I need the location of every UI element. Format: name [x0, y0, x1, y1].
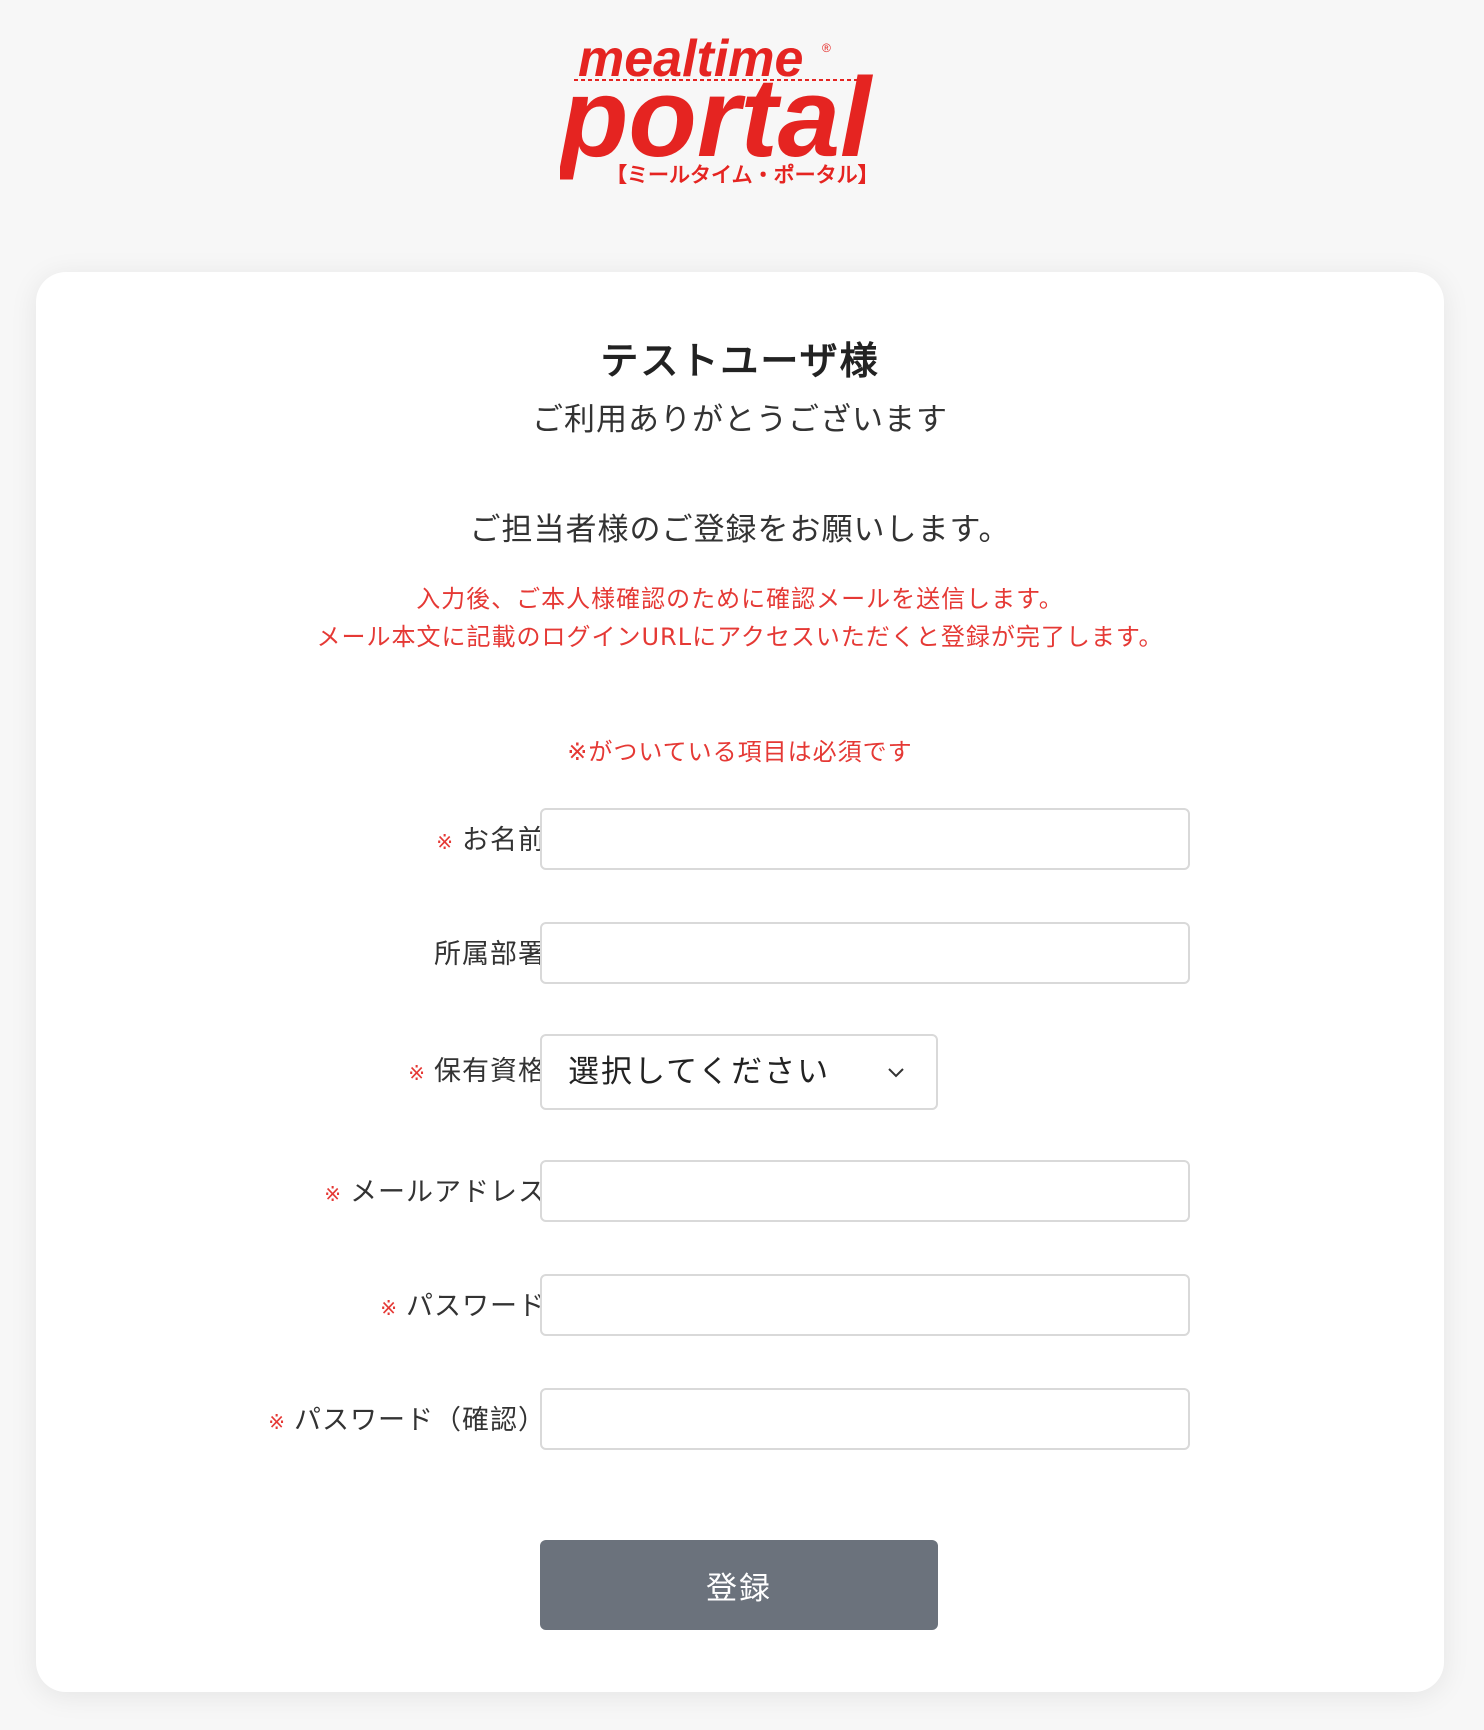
email-label-text: メールアドレス: [350, 1177, 546, 1208]
notice-line-2: メール本文に記載のログインURLにアクセスいただくと登録が完了します。: [316, 623, 1164, 651]
thanks-message: ご利用ありがとうございます: [532, 402, 948, 438]
required-mark: ※: [324, 1181, 342, 1206]
form-row-qualification: ※ 保有資格 選択してください: [36, 1034, 1444, 1110]
email-input[interactable]: [540, 1160, 1190, 1222]
qualification-select[interactable]: 選択してください: [540, 1034, 938, 1110]
logo-text-portal: portal: [560, 55, 874, 180]
password-input[interactable]: [540, 1274, 1190, 1336]
form-row-password: ※ パスワード: [36, 1274, 1444, 1340]
password-confirm-label-text: パスワード（確認）: [294, 1405, 546, 1436]
name-label: ※ お名前: [436, 808, 546, 874]
qualification-label-text: 保有資格: [434, 1056, 546, 1087]
required-mark: ※: [408, 1060, 426, 1085]
password-label: ※ パスワード: [380, 1274, 546, 1340]
form-row-password-confirm: ※ パスワード（確認）: [36, 1388, 1444, 1454]
register-button[interactable]: 登録: [540, 1540, 938, 1630]
notice-line-1: 入力後、ご本人様確認のために確認メールを送信します。: [416, 585, 1064, 613]
password-label-text: パスワード: [406, 1291, 546, 1322]
confirmation-notice: 入力後、ご本人様確認のために確認メールを送信します。 メール本文に記載のログイン…: [36, 580, 1444, 656]
logo-subtitle: 【ミールタイム・ポータル】: [606, 163, 879, 184]
name-label-text: お名前: [462, 825, 546, 856]
qualification-selected-value: 選択してください: [568, 1054, 831, 1090]
required-mark: ※: [436, 829, 454, 854]
email-label: ※ メールアドレス: [324, 1160, 546, 1226]
department-input[interactable]: [540, 922, 1190, 984]
required-fields-note: ※がついている項目は必須です: [567, 738, 913, 766]
logo-registered-mark: ®: [822, 41, 831, 55]
department-label-text: 所属部署: [434, 939, 546, 970]
chevron-down-icon: [888, 1068, 904, 1078]
form-row-email: ※ メールアドレス: [36, 1160, 1444, 1226]
mealtime-portal-logo: mealtime ® portal 【ミールタイム・ポータル】: [560, 14, 920, 184]
department-label: 所属部署: [434, 922, 546, 988]
registration-card: テストユーザ様 ご利用ありがとうございます ご担当者様のご登録をお願いします。 …: [36, 272, 1444, 1692]
qualification-label: ※ 保有資格: [408, 1034, 546, 1110]
registration-request: ご担当者様のご登録をお願いします。: [469, 512, 1011, 548]
registration-page: mealtime ® portal 【ミールタイム・ポータル】 テストユーザ様 …: [0, 0, 1484, 1730]
user-name-title: テストユーザ様: [600, 339, 880, 383]
required-mark: ※: [268, 1409, 286, 1434]
password-confirm-input[interactable]: [540, 1388, 1190, 1450]
required-mark: ※: [380, 1295, 398, 1320]
form-row-department: 所属部署: [36, 922, 1444, 988]
password-confirm-label: ※ パスワード（確認）: [268, 1388, 546, 1454]
form-row-name: ※ お名前: [36, 808, 1444, 874]
name-input[interactable]: [540, 808, 1190, 870]
